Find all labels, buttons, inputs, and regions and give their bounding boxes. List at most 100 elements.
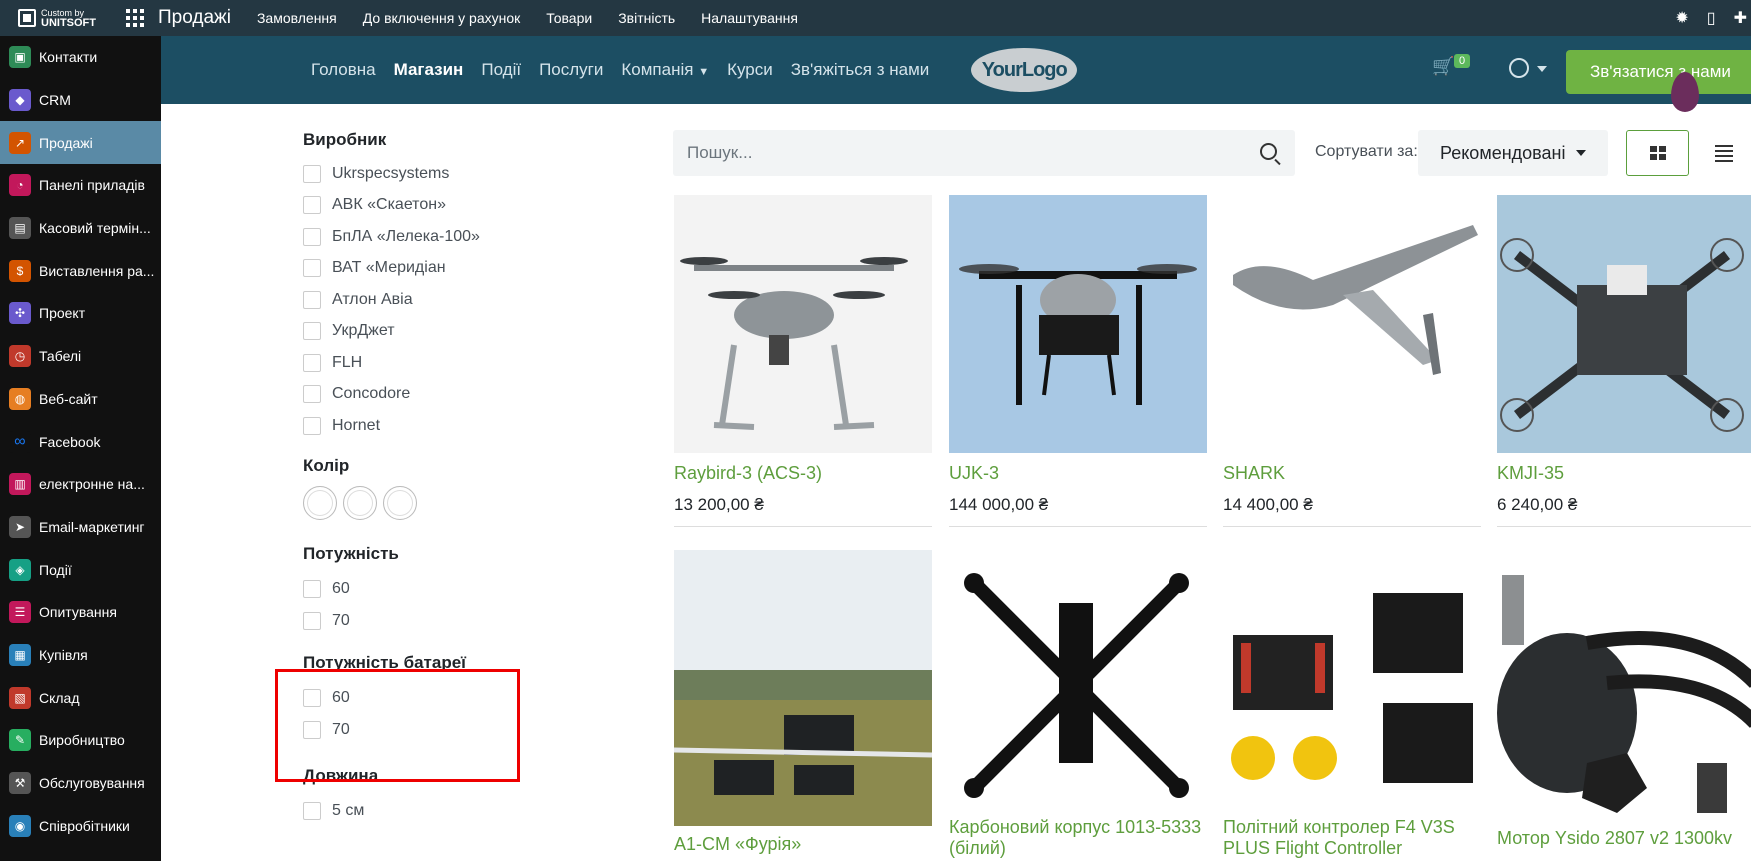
- user-menu-caret[interactable]: [1537, 66, 1547, 72]
- color-swatch[interactable]: [343, 485, 377, 520]
- sidebar-item-website[interactable]: ◍ Веб-сайт: [0, 378, 161, 421]
- grid-view-icon[interactable]: [1626, 130, 1689, 176]
- nav-events[interactable]: Події: [481, 60, 521, 80]
- sidebar-item-email-marketing[interactable]: ➤ Email-маркетинг: [0, 506, 161, 549]
- sort-dropdown[interactable]: Рекомендовані: [1418, 130, 1608, 176]
- checkbox[interactable]: [303, 227, 321, 246]
- app-title[interactable]: Продажі: [158, 7, 231, 29]
- checkbox[interactable]: [303, 164, 321, 183]
- checkbox[interactable]: [303, 196, 321, 215]
- product-card[interactable]: A1-CM «Фурія»: [674, 550, 932, 855]
- top-menu-settings[interactable]: Налаштування: [701, 10, 798, 26]
- product-name[interactable]: KMJI-35: [1497, 463, 1751, 484]
- filter-option[interactable]: FLH: [303, 347, 563, 379]
- search-icon[interactable]: [1260, 143, 1277, 160]
- product-image[interactable]: [674, 550, 932, 826]
- sidebar-item-maintenance[interactable]: ⚒ Обслуговування: [0, 762, 161, 805]
- nav-contact[interactable]: Зв'яжіться з нами: [791, 60, 930, 80]
- product-image[interactable]: [1223, 563, 1481, 803]
- color-swatch[interactable]: [383, 485, 417, 520]
- filter-option[interactable]: Hornet: [303, 410, 563, 442]
- site-logo[interactable]: YourLogo: [971, 48, 1078, 92]
- nav-courses[interactable]: Курси: [727, 60, 773, 80]
- bug-icon[interactable]: ✹: [1675, 8, 1688, 28]
- product-name[interactable]: Raybird-3 (ACS-3): [674, 463, 932, 484]
- color-swatch[interactable]: [303, 485, 337, 520]
- cart-icon[interactable]: 🛒: [1432, 56, 1454, 77]
- filter-option[interactable]: ВАТ «Меридіан: [303, 253, 563, 285]
- sidebar-item-pos[interactable]: ▤ Касовий термін...: [0, 207, 161, 250]
- checkbox[interactable]: [303, 322, 321, 341]
- product-name[interactable]: SHARK: [1223, 463, 1481, 484]
- sidebar-item-surveys[interactable]: ☰ Опитування: [0, 591, 161, 634]
- filter-option[interactable]: 70: [303, 605, 563, 637]
- checkbox[interactable]: [303, 416, 321, 435]
- filter-option[interactable]: Атлон Авіа: [303, 284, 563, 316]
- nav-shop[interactable]: Магазин: [394, 60, 464, 80]
- product-image[interactable]: [949, 563, 1207, 803]
- filter-option[interactable]: Concodore: [303, 379, 563, 411]
- filter-option[interactable]: УкрДжет: [303, 316, 563, 348]
- product-image[interactable]: [1497, 195, 1751, 453]
- checkbox[interactable]: [303, 385, 321, 404]
- sidebar-item-purchase[interactable]: ▦ Купівля: [0, 634, 161, 677]
- top-menu-to-invoice[interactable]: До включення у рахунок: [363, 10, 521, 26]
- filter-option[interactable]: Ukrspecsystems: [303, 158, 563, 190]
- sidebar-item-events[interactable]: ◈ Події: [0, 548, 161, 591]
- plus-icon[interactable]: ✚: [1734, 8, 1747, 28]
- filter-option[interactable]: АВК «Скаетон»: [303, 190, 563, 222]
- filter-option[interactable]: БпЛА «Лелека-100»: [303, 221, 563, 253]
- wrench-icon: ✎: [9, 729, 31, 752]
- list-view-icon[interactable]: [1695, 130, 1751, 176]
- product-card[interactable]: UJK-3 144 000,00 ₴: [949, 195, 1207, 527]
- product-card[interactable]: KMJI-35 6 240,00 ₴: [1497, 195, 1751, 527]
- checkbox[interactable]: [303, 259, 321, 278]
- filter-option[interactable]: 5 см: [303, 796, 563, 828]
- sidebar-item-crm[interactable]: ◆ CRM: [0, 79, 161, 122]
- nav-services[interactable]: Послуги: [539, 60, 603, 80]
- sidebar-item-label: Виробництво: [39, 732, 125, 749]
- product-card[interactable]: SHARK 14 400,00 ₴: [1223, 195, 1481, 527]
- checkbox[interactable]: [303, 290, 321, 309]
- filter-option[interactable]: 60: [303, 574, 563, 606]
- top-menu-orders[interactable]: Замовлення: [257, 10, 337, 26]
- product-name[interactable]: Політний контролер F4 V3S PLUS Flight Co…: [1223, 817, 1481, 859]
- product-name[interactable]: UJK-3: [949, 463, 1207, 484]
- product-name[interactable]: A1-CM «Фурія»: [674, 834, 932, 855]
- product-image[interactable]: [1223, 195, 1481, 453]
- checkbox[interactable]: [303, 611, 321, 630]
- nav-company[interactable]: Компанія ▼: [621, 60, 709, 80]
- sidebar-item-dashboards[interactable]: ◔ Панелі приладів: [0, 164, 161, 207]
- product-name[interactable]: Карбоновий корпус 1013-5333 (білий): [949, 817, 1207, 859]
- checkbox[interactable]: [303, 580, 321, 599]
- product-image[interactable]: [1497, 563, 1751, 825]
- sidebar-item-facebook[interactable]: ∞ Facebook: [0, 420, 161, 463]
- product-image[interactable]: [674, 195, 932, 453]
- checkbox[interactable]: [303, 802, 321, 821]
- sidebar-item-sales[interactable]: ↗ Продажі: [0, 121, 161, 165]
- nav-home[interactable]: Головна: [311, 60, 376, 80]
- top-menu-products[interactable]: Товари: [546, 10, 592, 26]
- product-card[interactable]: Raybird-3 (ACS-3) 13 200,00 ₴: [674, 195, 932, 527]
- sidebar-item-elearning[interactable]: ▥ електронне на...: [0, 463, 161, 506]
- user-avatar-icon[interactable]: [1509, 58, 1529, 78]
- brand-logo[interactable]: Custom by UNITSOFT: [0, 0, 120, 36]
- product-name[interactable]: Мотор Ysido 2807 v2 1300kv: [1497, 828, 1751, 849]
- sidebar-item-invoicing[interactable]: $ Виставлення ра...: [0, 249, 161, 292]
- checkbox[interactable]: [303, 353, 321, 372]
- product-card[interactable]: Політний контролер F4 V3S PLUS Flight Co…: [1223, 563, 1481, 859]
- product-image[interactable]: [949, 195, 1207, 453]
- sidebar-item-project[interactable]: ✣ Проект: [0, 292, 161, 335]
- sidebar-item-manufacturing[interactable]: ✎ Виробництво: [0, 719, 161, 762]
- sidebar-item-inventory[interactable]: ▧ Склад: [0, 676, 161, 719]
- product-card[interactable]: Мотор Ysido 2807 v2 1300kv: [1497, 563, 1751, 849]
- sidebar-item-timesheets[interactable]: ◷ Табелі: [0, 335, 161, 378]
- product-card[interactable]: Карбоновий корпус 1013-5333 (білий): [949, 563, 1207, 859]
- contact-us-button[interactable]: Зв'язатися з нами: [1566, 50, 1751, 94]
- mobile-icon[interactable]: ▯: [1707, 8, 1716, 28]
- top-menu-reporting[interactable]: Звітність: [618, 10, 675, 26]
- apps-grid-icon[interactable]: [126, 9, 144, 27]
- sidebar-item-employees[interactable]: ◉ Співробітники: [0, 804, 161, 847]
- search-input[interactable]: Пошук...: [673, 130, 1295, 176]
- sidebar-item-contacts[interactable]: ▣ Контакти: [0, 36, 161, 79]
